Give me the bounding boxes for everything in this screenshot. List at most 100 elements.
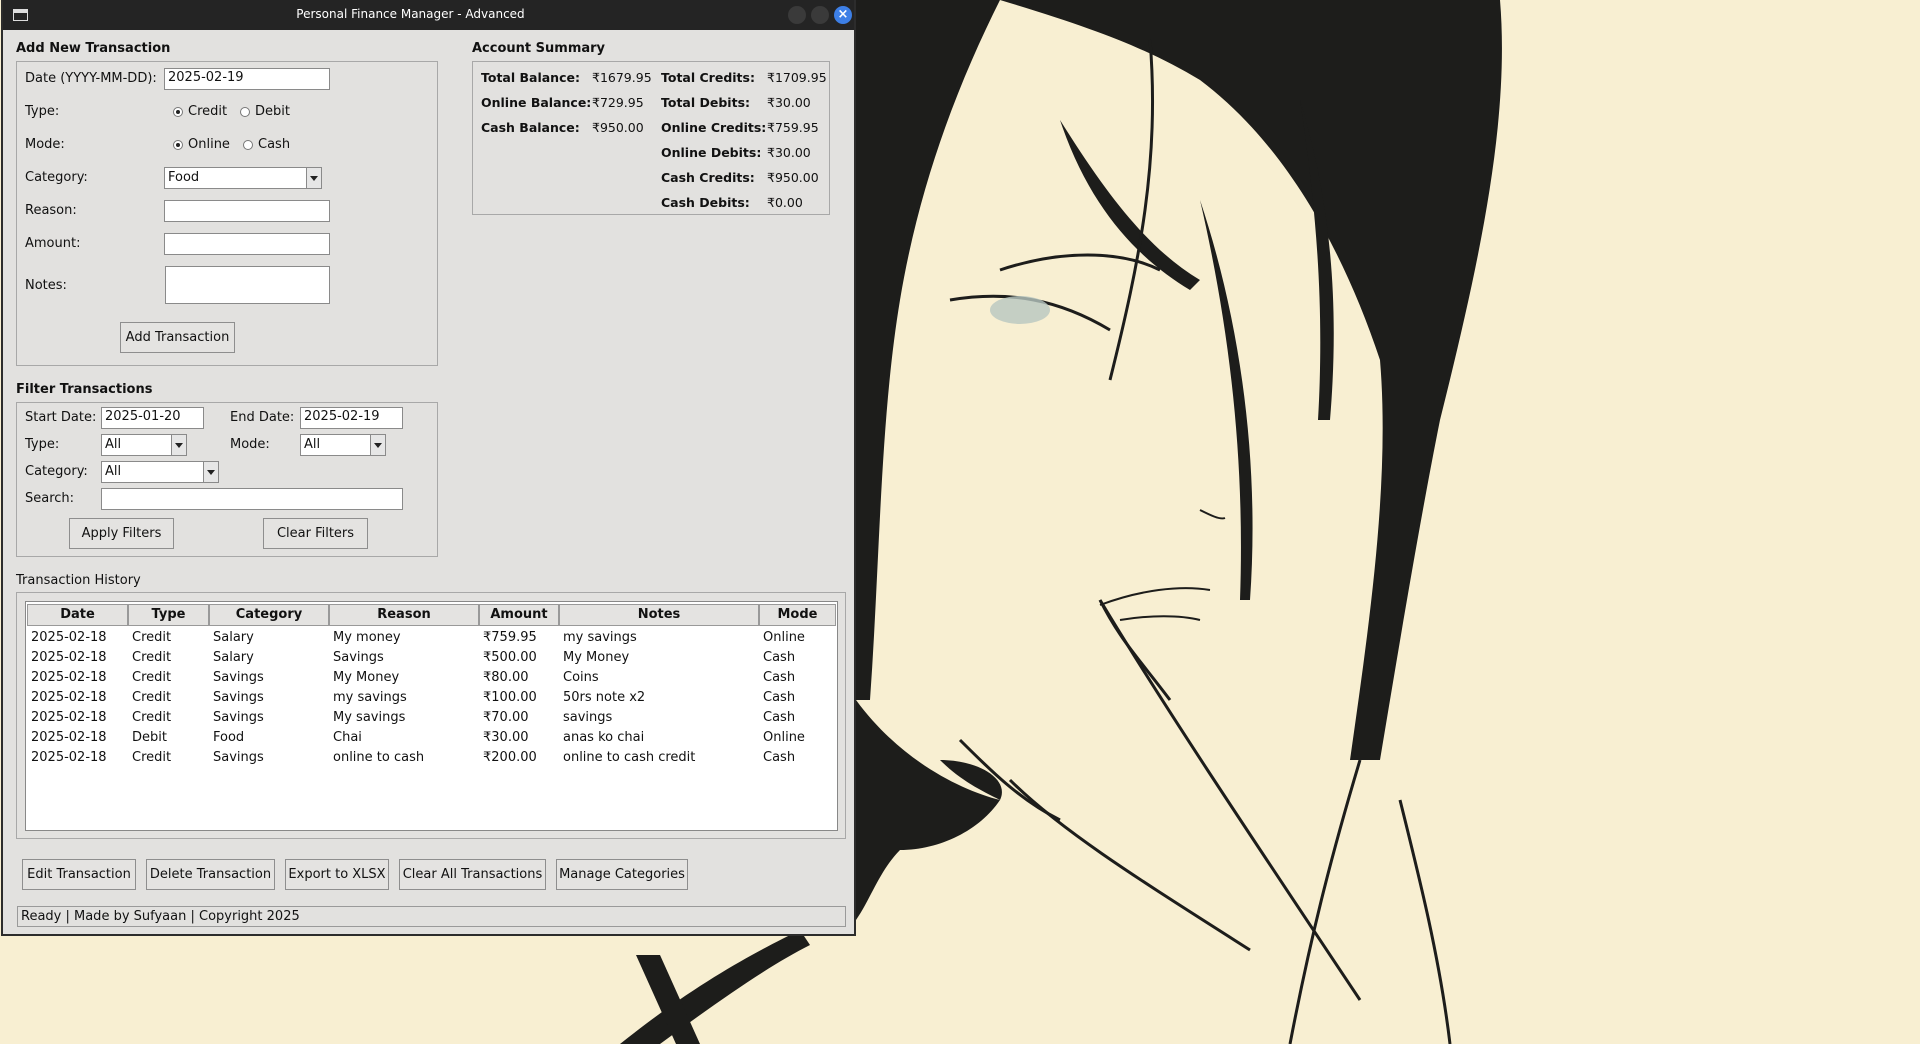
table-row[interactable]: 2025-02-18 Credit Salary Savings ₹500.00 My M…	[26, 648, 837, 668]
close-icon: ×	[837, 7, 849, 22]
cell-date: 2025-02-18	[31, 690, 107, 705]
chevron-down-icon[interactable]	[306, 168, 321, 188]
cell-type: Credit	[132, 670, 172, 685]
filter-mode-select[interactable]: All	[300, 434, 386, 456]
column-header-category[interactable]: Category	[209, 604, 329, 626]
edit-transaction-button[interactable]: Edit Transaction	[22, 859, 136, 890]
cell-notes: My Money	[563, 650, 630, 665]
category-label: Category:	[25, 170, 88, 185]
table-row[interactable]: 2025-02-18 Credit Savings online to cash ₹20…	[26, 748, 837, 768]
cell-mode: Cash	[763, 690, 796, 705]
amount-input[interactable]	[164, 233, 330, 255]
cell-date: 2025-02-18	[31, 710, 107, 725]
maximize-button[interactable]	[811, 6, 829, 24]
filter-type-select[interactable]: All	[101, 434, 187, 456]
close-button[interactable]: ×	[834, 6, 852, 24]
chevron-down-icon[interactable]	[370, 435, 385, 455]
cell-mode: Cash	[763, 710, 796, 725]
online-credits-label: Online Credits:	[661, 120, 767, 135]
account-summary-group: Total Balance: ₹1679.95 Online Balance: …	[472, 61, 830, 215]
cell-amount: ₹80.00	[483, 670, 529, 685]
column-header-notes[interactable]: Notes	[559, 604, 759, 626]
total-balance-label: Total Balance:	[481, 70, 580, 85]
transaction-table[interactable]: Date Type Category Reason Amount Notes M…	[25, 601, 838, 831]
filter-transactions-title: Filter Transactions	[16, 382, 153, 397]
chevron-down-icon[interactable]	[171, 435, 186, 455]
mode-online-radio[interactable]: Online	[173, 137, 230, 153]
cash-debits-label: Cash Debits:	[661, 195, 750, 210]
start-date-input[interactable]: 2025-01-20	[101, 407, 204, 429]
filter-mode-label: Mode:	[230, 437, 270, 452]
notes-label: Notes:	[25, 278, 67, 293]
search-input[interactable]	[101, 488, 403, 510]
cell-type: Credit	[132, 690, 172, 705]
type-debit-radio[interactable]: Debit	[240, 104, 290, 120]
cash-credits-value: ₹950.00	[767, 170, 819, 185]
cell-notes: savings	[563, 710, 613, 725]
export-xlsx-button[interactable]: Export to XLSX	[285, 859, 389, 890]
online-credits-value: ₹759.95	[767, 120, 819, 135]
cell-notes: Coins	[563, 670, 599, 685]
window-title: Personal Finance Manager - Advanced	[296, 7, 525, 21]
cell-reason: My Money	[333, 670, 400, 685]
cell-reason: Chai	[333, 730, 362, 745]
amount-label: Amount:	[25, 236, 81, 251]
cell-reason: Savings	[333, 650, 384, 665]
cell-mode: Cash	[763, 670, 796, 685]
total-debits-value: ₹30.00	[767, 95, 811, 110]
clear-filters-button[interactable]: Clear Filters	[263, 518, 368, 549]
cell-date: 2025-02-18	[31, 750, 107, 765]
cell-reason: My money	[333, 630, 401, 645]
manage-categories-button[interactable]: Manage Categories	[556, 859, 688, 890]
add-transaction-title: Add New Transaction	[16, 41, 171, 56]
cell-category: Salary	[213, 650, 254, 665]
cell-notes: anas ko chai	[563, 730, 645, 745]
column-header-type[interactable]: Type	[128, 604, 209, 626]
filter-category-select[interactable]: All	[101, 461, 219, 483]
end-date-label: End Date:	[230, 410, 295, 425]
column-header-reason[interactable]: Reason	[329, 604, 479, 626]
cell-category: Salary	[213, 630, 254, 645]
online-debits-label: Online Debits:	[661, 145, 762, 160]
date-input[interactable]: 2025-02-19	[164, 68, 330, 90]
online-balance-value: ₹729.95	[592, 95, 644, 110]
radio-selected-icon	[173, 140, 183, 150]
title-bar: Personal Finance Manager - Advanced ×	[3, 0, 854, 30]
minimize-button[interactable]	[788, 6, 806, 24]
table-row[interactable]: 2025-02-18 Credit Savings My Money ₹80.00 Coi…	[26, 668, 837, 688]
notes-textarea[interactable]	[165, 266, 330, 304]
mode-label: Mode:	[25, 137, 65, 152]
total-credits-label: Total Credits:	[661, 70, 755, 85]
total-balance-value: ₹1679.95	[592, 70, 652, 85]
cash-balance-label: Cash Balance:	[481, 120, 580, 135]
cell-type: Credit	[132, 630, 172, 645]
radio-selected-icon	[173, 107, 183, 117]
reason-input[interactable]	[164, 200, 330, 222]
column-header-mode[interactable]: Mode	[759, 604, 836, 626]
type-credit-radio[interactable]: Credit	[173, 104, 227, 120]
table-row[interactable]: 2025-02-18 Credit Savings my savings ₹100.00…	[26, 688, 837, 708]
delete-transaction-button[interactable]: Delete Transaction	[146, 859, 275, 890]
mode-cash-radio[interactable]: Cash	[243, 137, 290, 153]
clear-all-transactions-button[interactable]: Clear All Transactions	[399, 859, 546, 890]
cell-reason: my savings	[333, 690, 407, 705]
table-row[interactable]: 2025-02-18 Debit Food Chai ₹30.00 anas ko cha…	[26, 728, 837, 748]
column-header-amount[interactable]: Amount	[479, 604, 559, 626]
cell-amount: ₹500.00	[483, 650, 537, 665]
end-date-input[interactable]: 2025-02-19	[300, 407, 403, 429]
column-header-date[interactable]: Date	[27, 604, 128, 626]
date-label: Date (YYYY-MM-DD):	[25, 71, 157, 86]
radio-empty-icon	[243, 140, 253, 150]
table-row[interactable]: 2025-02-18 Credit Salary My money ₹759.95 my …	[26, 628, 837, 648]
apply-filters-button[interactable]: Apply Filters	[69, 518, 174, 549]
table-row[interactable]: 2025-02-18 Credit Savings My savings ₹70.00 s…	[26, 708, 837, 728]
cell-amount: ₹30.00	[483, 730, 529, 745]
chevron-down-icon[interactable]	[203, 462, 218, 482]
radio-empty-icon	[240, 107, 250, 117]
search-label: Search:	[25, 491, 75, 506]
category-select[interactable]: Food	[164, 167, 322, 189]
cell-amount: ₹759.95	[483, 630, 537, 645]
cell-reason: My savings	[333, 710, 406, 725]
add-transaction-button[interactable]: Add Transaction	[120, 322, 235, 353]
cell-category: Savings	[213, 750, 264, 765]
